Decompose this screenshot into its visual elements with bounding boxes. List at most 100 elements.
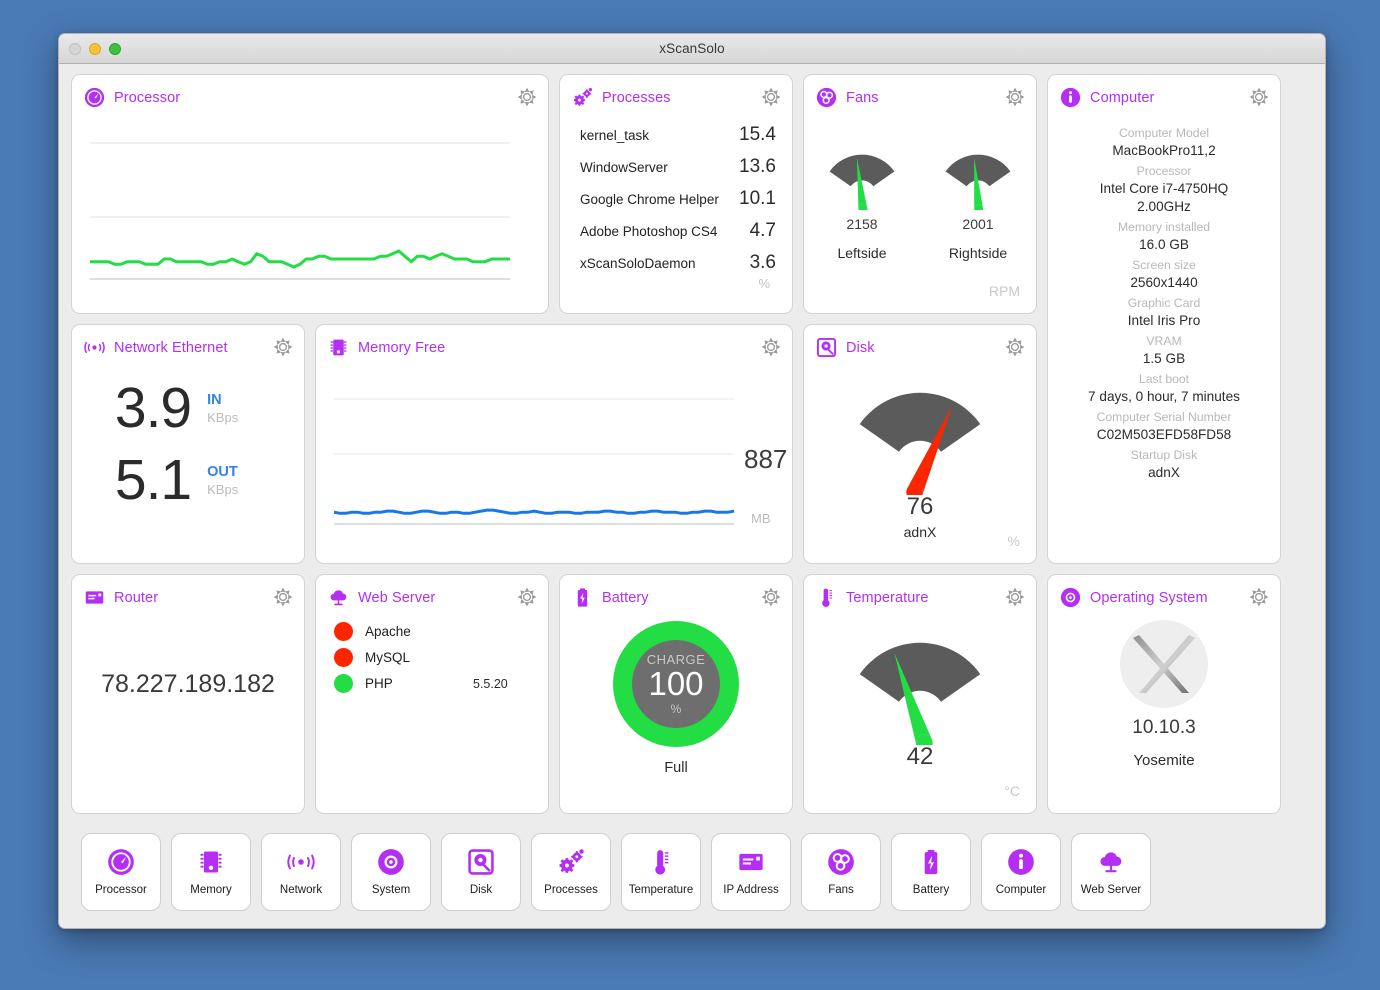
panel-header: Fans (804, 75, 1036, 108)
fan-gauges: 2158 Leftside 2001 Rightside (804, 108, 1036, 261)
panel-memory: Memory Free 887 MB (315, 324, 793, 564)
cloud-icon (1097, 848, 1125, 876)
window-title: xScanSolo (659, 41, 725, 56)
service-row: PHP 5.5.20 (334, 674, 534, 693)
toolbar-item-processes[interactable]: Processes (531, 833, 611, 911)
panel-title: Operating System (1090, 589, 1208, 606)
memory-icon (328, 337, 349, 358)
battery-gauge-wrap: CHARGE 100 % Full (560, 617, 792, 776)
spec-value: Intel Core i7-4750HQ (1099, 181, 1229, 196)
gear-icon[interactable] (760, 336, 782, 358)
spec-key: VRAM (1146, 334, 1182, 348)
memory-line-chart (334, 398, 734, 525)
gear-icon[interactable] (1004, 586, 1026, 608)
toolbar-item-network[interactable]: Network (261, 833, 341, 911)
toolbar-item-system[interactable]: System (351, 833, 431, 911)
gear-icon[interactable] (272, 586, 294, 608)
memory-icon (197, 848, 225, 876)
toolbar-item-fans[interactable]: Fans (801, 833, 881, 911)
gear-icon[interactable] (1248, 586, 1270, 608)
fan-gauge-item: 2001 Rightside (935, 138, 1021, 261)
process-value: 3.6 (749, 252, 776, 273)
app-window: xScanSolo Processor Processes kernel_tas… (58, 33, 1326, 929)
toolbar-item-computer[interactable]: Computer (981, 833, 1061, 911)
network-icon (84, 337, 105, 358)
temperature-gauge (859, 642, 981, 745)
os-version: 10.10.3 (1132, 717, 1196, 738)
toolbar-item-label: IP Address (723, 884, 779, 896)
panel-battery: Battery CHARGE 100 % Full (559, 574, 793, 814)
os-name: Yosemite (1133, 752, 1195, 769)
gear-icon[interactable] (516, 86, 538, 108)
panel-temperature: Temperature 42 °C (803, 574, 1037, 814)
panel-header: Operating System (1048, 575, 1280, 608)
toolbar-item-label: Memory (190, 884, 232, 896)
disk-gauge (859, 392, 981, 495)
battery-icon (917, 848, 945, 876)
toolbar-item-temperature[interactable]: Temperature (621, 833, 701, 911)
process-row: Adobe Photoshop CS4 4.7 (580, 220, 776, 242)
panel-network: Network Ethernet 3.9 IN KBps 5.1 OUT KBp… (71, 324, 305, 564)
panel-processes: Processes kernel_task 15.4 WindowServer 13.… (559, 74, 793, 314)
spec-key: Memory installed (1117, 220, 1211, 234)
panel-header: Router (72, 575, 304, 608)
toolbar-item-label: Fans (828, 884, 854, 896)
router-ip: 78.227.189.182 (101, 670, 275, 698)
memory-unit: MB (751, 511, 771, 526)
close-button[interactable] (69, 43, 81, 55)
toolbar-item-processor[interactable]: Processor (81, 833, 161, 911)
gear-icon[interactable] (760, 586, 782, 608)
info-icon (1007, 848, 1035, 876)
process-row: kernel_task 15.4 (580, 124, 776, 146)
spec-value: 7 days, 0 hour, 7 minutes (1088, 389, 1240, 404)
panel-title: Fans (846, 89, 879, 106)
gear-icon[interactable] (1248, 86, 1270, 108)
process-list: kernel_task 15.4 WindowServer 13.6 Google Ch… (560, 108, 792, 274)
spec-key: Graphic Card (1127, 296, 1201, 310)
network-icon (287, 848, 315, 876)
fan-gauge-item: 2158 Leftside (819, 138, 905, 261)
toolbar-item-label: Web Server (1080, 884, 1142, 896)
gear-icon[interactable] (1004, 86, 1026, 108)
spec-value: C02M503EFD58FD58 (1096, 427, 1232, 442)
toolbar-item-label: Battery (912, 884, 950, 896)
process-value: 13.6 (739, 156, 776, 177)
panel-title: Battery (602, 589, 649, 606)
process-name: xScanSoloDaemon (580, 256, 696, 271)
process-row: Google Chrome Helper 10.1 (580, 188, 776, 210)
processes-icon (557, 848, 585, 876)
panel-computer: Computer Computer Model MacBookPro11,2 Pro… (1047, 74, 1281, 564)
toolbar-item-disk[interactable]: Disk (441, 833, 521, 911)
status-indicator (334, 674, 353, 693)
panel-title: Router (114, 589, 159, 606)
fans-icon (816, 87, 837, 108)
bottom-toolbar: Processor Memory Network System Disk Pro… (71, 824, 1313, 923)
temperature-unit: °C (1004, 783, 1020, 799)
toolbar-item-web-server[interactable]: Web Server (1071, 833, 1151, 911)
service-row: MySQL (334, 648, 534, 667)
spec-value: adnX (1148, 465, 1180, 480)
disk-icon (816, 337, 837, 358)
gear-icon[interactable] (760, 86, 782, 108)
window-controls[interactable] (69, 43, 121, 55)
spec-key: Last boot (1138, 372, 1190, 386)
toolbar-item-label: Computer (995, 884, 1047, 896)
gear-icon[interactable] (1004, 336, 1026, 358)
panel-header: Disk (804, 325, 1036, 358)
maximize-button[interactable] (109, 43, 121, 55)
fan-gauge (945, 154, 1011, 214)
gear-icon[interactable] (516, 586, 538, 608)
os-icon (1060, 587, 1081, 608)
toolbar-item-battery[interactable]: Battery (891, 833, 971, 911)
panel-disk: Disk 76 adnX % (803, 324, 1037, 564)
minimize-button[interactable] (89, 43, 101, 55)
toolbar-item-memory[interactable]: Memory (171, 833, 251, 911)
spec-value: 2.00GHz (1137, 199, 1191, 214)
panel-title: Temperature (846, 589, 929, 606)
dashboard-grid: Processor 17 % (71, 74, 1313, 814)
spec-key: Computer Serial Number (1096, 410, 1232, 424)
panel-title: Disk (846, 339, 875, 356)
os-icon (377, 848, 405, 876)
toolbar-item-ip-address[interactable]: IP Address (711, 833, 791, 911)
gear-icon[interactable] (272, 336, 294, 358)
